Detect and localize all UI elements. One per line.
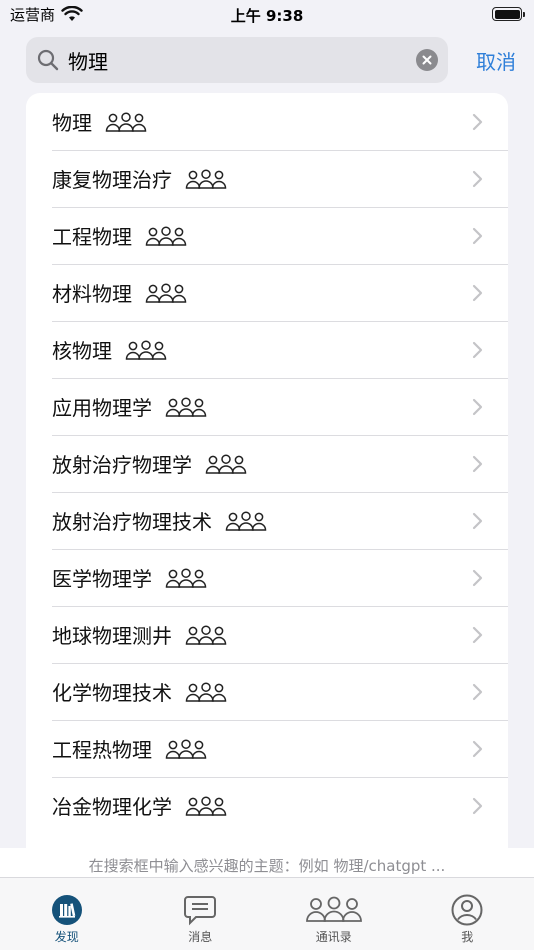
chevron-right-icon (472, 398, 483, 415)
list-item[interactable]: 放射治疗物理学 (26, 435, 508, 492)
wifi-icon (61, 6, 83, 21)
chevron-right-icon (472, 740, 483, 757)
list-item[interactable]: 康复物理治疗 (26, 150, 508, 207)
list-item-title: 核物理 (52, 339, 112, 363)
battery-level (494, 9, 520, 19)
group-icon (145, 225, 187, 246)
chevron-right-icon (472, 512, 483, 529)
list-item[interactable]: 医学物理学 (26, 549, 508, 606)
message-icon (184, 896, 217, 926)
tab-label: 通讯录 (315, 930, 352, 944)
list-item[interactable]: 冶金物理化学 (26, 777, 508, 834)
list-item-title: 化学物理技术 (52, 681, 172, 705)
list-item-title: 物理 (52, 111, 92, 135)
search-box[interactable] (26, 37, 448, 83)
list-item[interactable]: 地球物理测井 (26, 606, 508, 663)
group-icon (185, 624, 227, 645)
search-icon (37, 49, 59, 71)
chevron-right-icon (472, 683, 483, 700)
search-hint-text: 在搜索框中输入感兴趣的主题：例如 物理/chatgpt ... (88, 857, 446, 875)
list-item-title: 冶金物理化学 (52, 795, 172, 819)
list-item[interactable]: 放射治疗物理技术 (26, 492, 508, 549)
tab-label: 我 (461, 930, 474, 944)
cancel-button[interactable]: 取消 (476, 46, 516, 75)
list-item[interactable]: 物理 (26, 93, 508, 150)
chevron-right-icon (472, 455, 483, 472)
status-left: 运营商 (10, 4, 83, 25)
tab-bar: 发现 消息 通讯录 我 (0, 877, 534, 950)
group-icon (105, 111, 147, 132)
search-row: 取消 (26, 37, 516, 83)
contacts-icon (305, 896, 362, 922)
group-icon (165, 396, 207, 417)
group-icon (145, 282, 187, 303)
group-icon (225, 510, 267, 531)
list-item-title: 放射治疗物理学 (52, 453, 192, 477)
carrier-label: 运营商 (10, 5, 56, 24)
list-item-title: 工程物理 (52, 225, 132, 249)
chevron-right-icon (472, 170, 483, 187)
group-icon (185, 681, 227, 702)
status-bar: 运营商 (0, 0, 534, 28)
search-input[interactable] (68, 48, 416, 72)
chevron-right-icon (472, 113, 483, 130)
close-icon (422, 55, 432, 65)
chevron-right-icon (472, 797, 483, 814)
list-item-title: 材料物理 (52, 282, 132, 306)
list-item-title: 地球物理测井 (52, 624, 172, 648)
list-item-title: 康复物理治疗 (52, 168, 172, 192)
tab-label: 发现 (54, 930, 79, 944)
group-icon (185, 168, 227, 189)
list-item[interactable]: 应用物理学 (26, 378, 508, 435)
list-item[interactable]: 工程物理 (26, 207, 508, 264)
profile-icon (451, 894, 483, 926)
list-item-title: 放射治疗物理技术 (52, 510, 212, 534)
chevron-right-icon (472, 227, 483, 244)
tab-messages[interactable]: 消息 (134, 878, 267, 945)
tab-discover[interactable]: 发现 (0, 878, 133, 945)
list-item[interactable]: 材料物理 (26, 264, 508, 321)
list-item-title: 医学物理学 (52, 567, 152, 591)
list-item[interactable]: 工程热物理 (26, 720, 508, 777)
list-item[interactable]: 核物理 (26, 321, 508, 378)
list-item-title: 应用物理学 (52, 396, 152, 420)
clear-search-button[interactable] (416, 49, 438, 71)
group-icon (125, 339, 167, 360)
list-item-title: 工程热物理 (52, 738, 152, 762)
battery-icon (492, 7, 525, 21)
group-icon (165, 567, 207, 588)
chevron-right-icon (472, 569, 483, 586)
group-icon (165, 738, 207, 759)
discover-icon (51, 895, 82, 925)
tab-label: 消息 (188, 930, 213, 944)
search-results-list: 物理 康复物理治疗 工程物理 材料物理 核物理 应用物理学 放射治疗物理学 放射… (26, 93, 508, 853)
tab-profile[interactable]: 我 (401, 878, 534, 945)
list-item[interactable]: 化学物理技术 (26, 663, 508, 720)
chevron-right-icon (472, 626, 483, 643)
chevron-right-icon (472, 284, 483, 301)
group-icon (205, 453, 247, 474)
search-hint: 在搜索框中输入感兴趣的主题：例如 物理/chatgpt ... (0, 848, 534, 878)
group-icon (185, 795, 227, 816)
chevron-right-icon (472, 341, 483, 358)
tab-contacts[interactable]: 通讯录 (267, 878, 400, 945)
